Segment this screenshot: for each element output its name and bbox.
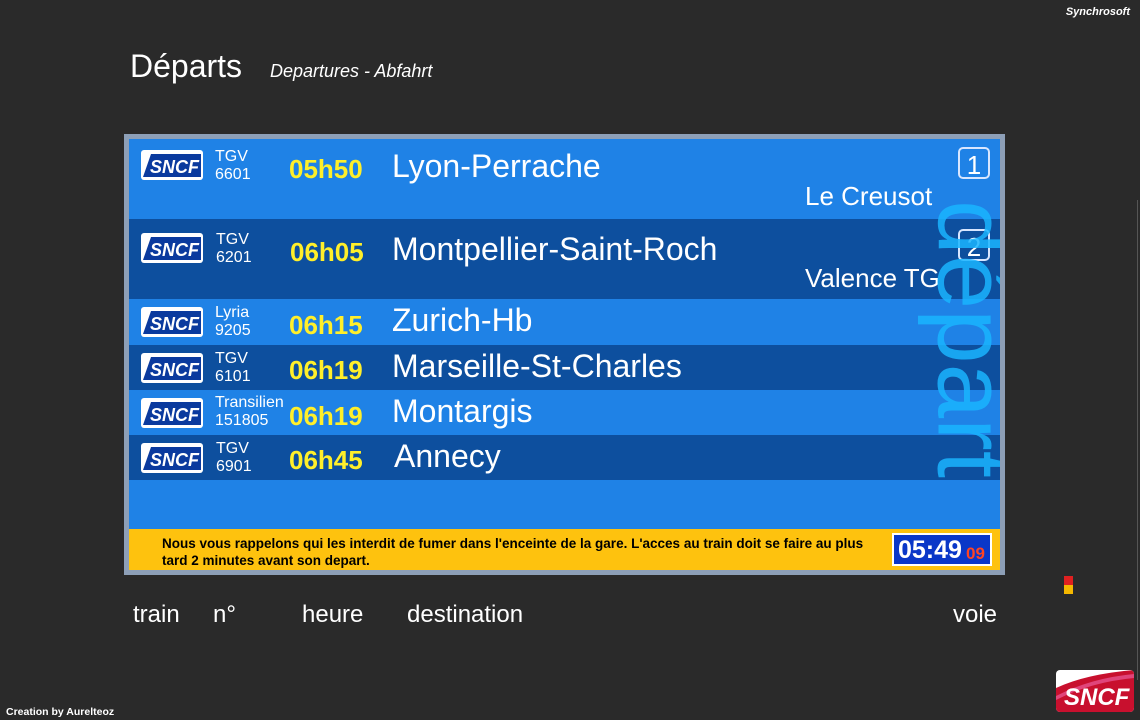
column-label-time: heure <box>302 601 364 628</box>
sncf-logo-icon: SNCF <box>141 353 203 383</box>
ticker-message: Nous vous rappelons qui les interdit de … <box>162 536 864 568</box>
page-title: Départs <box>130 48 243 84</box>
credit-text: Creation by Aurelteoz <box>6 706 115 718</box>
train-number: 6901 <box>216 458 252 475</box>
train-type: TGV <box>215 350 248 367</box>
table-row: SNCF TGV 6201 06h05 Montpellier-Saint-Roc… <box>129 219 1000 299</box>
train-type-cell: TGV 6101 <box>215 350 251 386</box>
column-label-destination: destination <box>407 601 524 628</box>
table-row: SNCF Lyria 9205 06h15 Zurich-Hb <box>129 299 1000 345</box>
vertical-label-text: départ <box>917 200 1001 478</box>
train-number: 151805 <box>215 412 269 429</box>
departure-time: 05h50 <box>289 154 363 184</box>
corner-logo-text: SNCF <box>1064 684 1131 711</box>
board-inner: SNCF TGV 6601 05h50 Lyon-Perrache Le Creu… <box>129 139 1000 570</box>
clock-time: 05:49 <box>898 536 962 564</box>
sncf-logo-icon: SNCF <box>141 233 203 263</box>
sncf-logo-text: SNCF <box>150 157 200 177</box>
sncf-logo-icon: SNCF <box>141 307 203 337</box>
sncf-logo-text: SNCF <box>150 405 200 425</box>
destination: Zurich-Hb <box>392 302 533 338</box>
destination: Lyon-Perrache <box>392 148 601 184</box>
divider <box>1137 200 1138 680</box>
sncf-logo-text: SNCF <box>150 314 200 334</box>
sncf-logo-icon: SNCF <box>141 443 203 473</box>
destination: Montargis <box>392 393 533 429</box>
brand-label: Synchrosoft <box>1065 6 1130 18</box>
sncf-logo-icon: SNCF <box>141 150 203 180</box>
page-subtitle: Departures - Abfahrt <box>270 61 433 81</box>
status-indicator <box>1064 576 1073 594</box>
column-label-platform: voie <box>953 601 998 628</box>
train-type-cell: Lyria 9205 <box>215 304 251 340</box>
train-type: TGV <box>216 440 249 457</box>
table-row: SNCF TGV 6601 05h50 Lyon-Perrache Le Creu… <box>129 139 1000 219</box>
destination: Annecy <box>394 438 501 474</box>
destination: Marseille-St-Charles <box>392 348 682 384</box>
column-label-number: n° <box>213 601 236 628</box>
train-number: 6201 <box>216 249 252 266</box>
train-type-cell: TGV 6901 <box>216 440 252 476</box>
table-row: SNCF TGV 6101 06h19 Marseille-St-Charles <box>129 345 1000 390</box>
info-ticker: Nous vous rappelons qui les interdit de … <box>129 529 1000 570</box>
train-number: 6601 <box>215 166 251 183</box>
train-type-cell: TGV 6601 <box>215 148 251 184</box>
table-row: SNCF TGV 6901 06h45 Annecy <box>129 435 1000 480</box>
table-row: SNCF Transilien 151805 06h19 Montargis <box>129 390 1000 435</box>
train-type: TGV <box>216 231 249 248</box>
departure-board: SNCF TGV 6601 05h50 Lyon-Perrache Le Creu… <box>124 134 1005 575</box>
departure-time: 06h19 <box>289 355 363 385</box>
train-type: Lyria <box>215 304 250 321</box>
departure-time: 06h45 <box>289 445 363 475</box>
sncf-logo-icon: SNCF <box>141 398 203 428</box>
train-type-cell: Transilien 151805 <box>215 394 284 430</box>
train-number: 9205 <box>215 322 251 339</box>
train-type: TGV <box>215 148 248 165</box>
destination: Montpellier-Saint-Roch <box>392 231 718 267</box>
sncf-corner-logo-icon: SNCF <box>1056 670 1134 712</box>
train-type: Transilien <box>215 394 284 411</box>
clock-display: 05:49 09 <box>892 533 992 566</box>
vertical-depart-label: départ <box>887 139 1001 529</box>
departure-time: 06h15 <box>289 310 363 340</box>
column-label-train: train <box>133 601 180 628</box>
sncf-logo-text: SNCF <box>150 360 200 380</box>
departure-time: 06h05 <box>290 237 364 267</box>
sncf-logo-text: SNCF <box>150 240 200 260</box>
train-number: 6101 <box>215 368 251 385</box>
train-type-cell: TGV 6201 <box>216 231 252 267</box>
sncf-logo-text: SNCF <box>150 450 200 470</box>
departure-time: 06h19 <box>289 401 363 431</box>
clock-seconds: 09 <box>966 544 985 563</box>
